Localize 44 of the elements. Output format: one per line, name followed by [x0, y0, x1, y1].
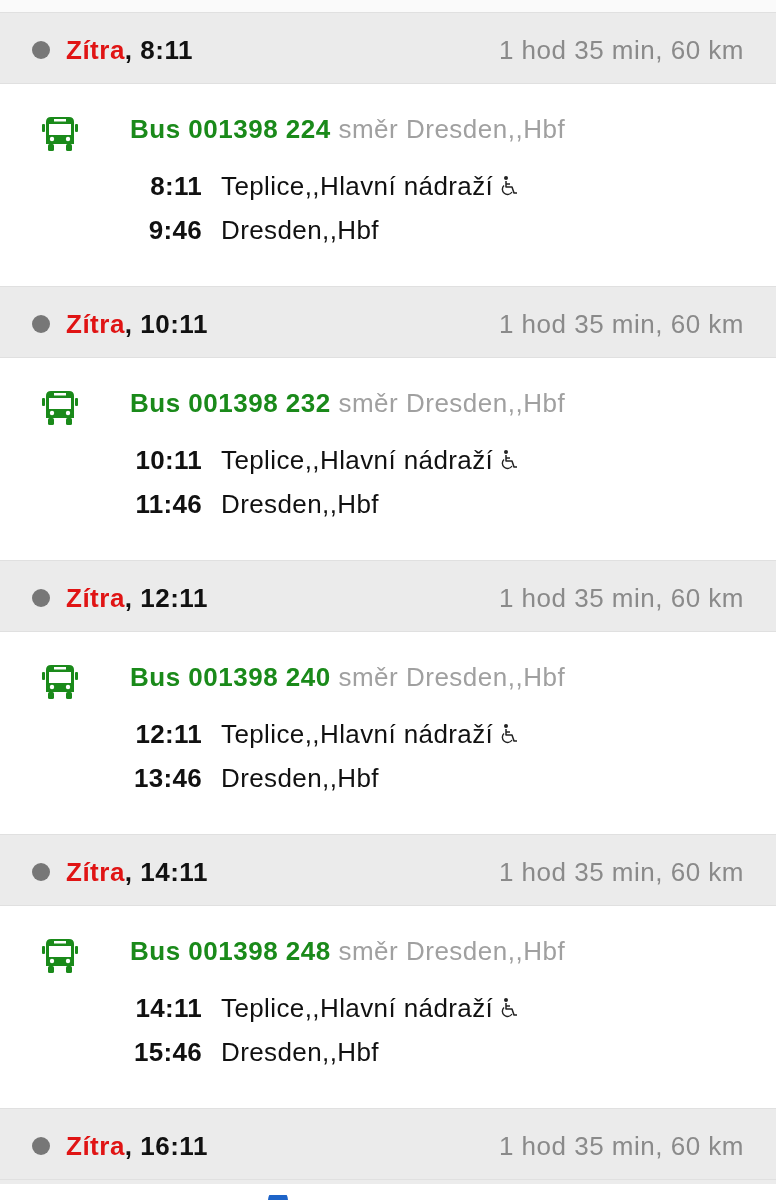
stop-name: Teplice,,Hlavní nádraží	[221, 170, 494, 202]
stop-time: 10:11	[134, 444, 202, 477]
stop-name: Dresden,,Hbf	[221, 214, 379, 246]
status-dot-icon	[32, 41, 50, 59]
line-title: Bus 001398 248 směr Dresden,,Hbf	[130, 935, 566, 968]
status-dot-icon	[32, 863, 50, 881]
stop-time: 12:11	[134, 718, 202, 751]
bus-icon	[42, 117, 78, 151]
line-title: Bus 001398 224 směr Dresden,,Hbf	[130, 113, 566, 146]
trip-duration: 1 hod 35 min, 60 km	[498, 308, 744, 340]
departure-time: Zítra, 8:11	[66, 34, 193, 66]
status-dot-icon	[32, 589, 50, 607]
stop-name: Dresden,,Hbf	[221, 1036, 379, 1068]
status-dot-icon	[32, 1137, 50, 1155]
stop-time: 8:11	[149, 170, 202, 203]
stop-time: 13:46	[133, 762, 202, 795]
stop-name: Dresden,,Hbf	[221, 762, 379, 794]
departure-header[interactable]: Zítra, 12:11 1 hod 35 min, 60 km	[0, 560, 776, 632]
status-dot-icon	[32, 315, 50, 333]
departure-time: Zítra, 14:11	[66, 856, 208, 888]
line-title: Bus 001398 232 směr Dresden,,Hbf	[130, 387, 566, 420]
trip-duration: 1 hod 35 min, 60 km	[498, 856, 744, 888]
stop-name: Teplice,,Hlavní nádraží	[221, 992, 494, 1024]
bus-icon	[42, 665, 78, 699]
departure-time: Zítra, 12:11	[66, 582, 208, 614]
departure-header[interactable]: Zítra, 8:11 1 hod 35 min, 60 km	[0, 12, 776, 84]
bus-icon	[42, 391, 78, 425]
stop-time: 9:46	[147, 214, 202, 247]
trip-duration: 1 hod 35 min, 60 km	[498, 34, 744, 66]
stop-name: Teplice,,Hlavní nádraží	[221, 444, 494, 476]
trip-duration: 1 hod 35 min, 60 km	[498, 582, 744, 614]
departure-header[interactable]: Zítra, 14:11 1 hod 35 min, 60 km	[0, 834, 776, 906]
departure-header[interactable]: Zítra, 16:11 1 hod 35 min, 60 km	[0, 1108, 776, 1180]
stop-name: Teplice,,Hlavní nádraží	[221, 718, 494, 750]
departure-time: Zítra, 16:11	[66, 1130, 208, 1162]
stop-time: 15:46	[133, 1036, 202, 1069]
departure-header[interactable]: Zítra, 10:11 1 hod 35 min, 60 km	[0, 286, 776, 358]
stop-time: 14:11	[134, 992, 202, 1025]
stop-name: Dresden,,Hbf	[221, 488, 379, 520]
departure-time: Zítra, 10:11	[66, 308, 208, 340]
stop-time: 11:46	[134, 488, 202, 521]
line-title: Bus 001398 240 směr Dresden,,Hbf	[130, 661, 566, 694]
trip-duration: 1 hod 35 min, 60 km	[498, 1130, 744, 1162]
bus-icon	[42, 939, 78, 973]
